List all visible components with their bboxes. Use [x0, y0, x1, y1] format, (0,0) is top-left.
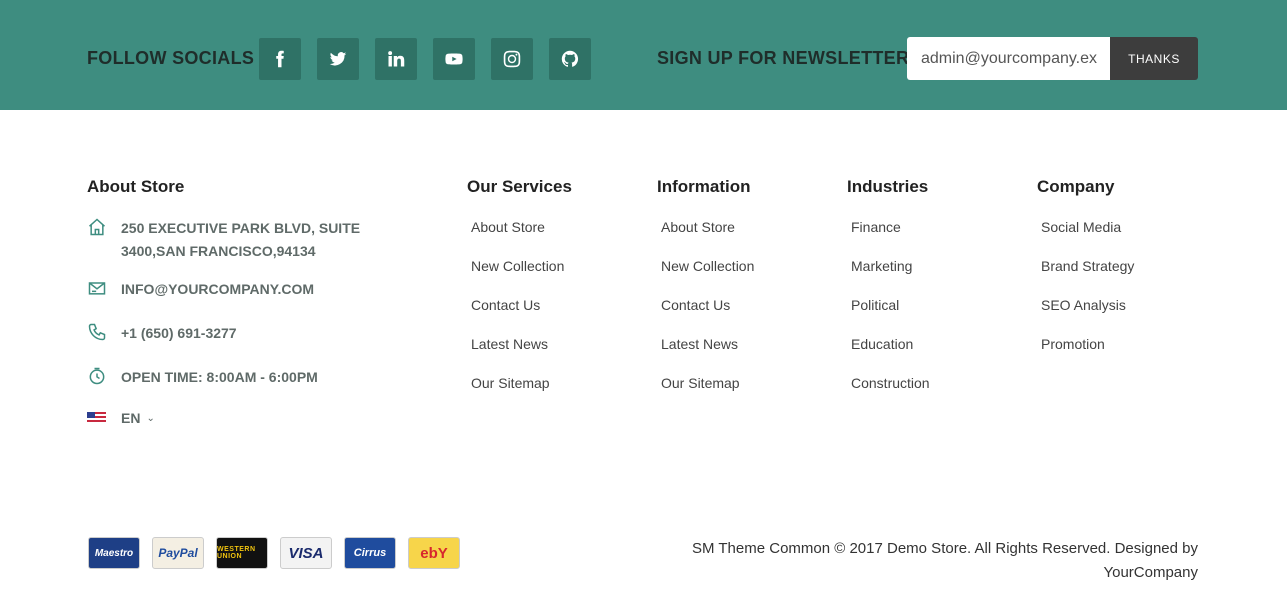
mail-icon [87, 278, 107, 298]
cirrus-icon: Cirrus [344, 537, 396, 569]
link-seo-analysis[interactable]: SEO Analysis [1041, 297, 1126, 313]
company-list: Social Media Brand Strategy SEO Analysis… [1037, 219, 1134, 375]
link-marketing[interactable]: Marketing [851, 258, 912, 274]
copyright-text: SM Theme Common © 2017 Demo Store. All R… [691, 540, 1198, 581]
link-new-collection[interactable]: New Collection [471, 258, 564, 274]
youtube-icon [445, 53, 463, 65]
list-item: Brand Strategy [1037, 258, 1134, 297]
follow-socials-title: FOLLOW SOCIALS [87, 48, 255, 68]
western-union-icon: WESTERN UNION [216, 537, 268, 569]
link-about-store[interactable]: About Store [661, 219, 735, 235]
facebook-button[interactable] [259, 38, 301, 80]
list-item: Latest News [467, 336, 564, 375]
link-political[interactable]: Political [851, 297, 899, 313]
list-item: New Collection [467, 258, 564, 297]
instagram-icon [503, 50, 521, 68]
link-promotion[interactable]: Promotion [1041, 336, 1105, 352]
information-list: About Store New Collection Contact Us La… [657, 219, 754, 414]
social-links [259, 38, 591, 80]
list-item: Social Media [1037, 219, 1134, 258]
information-title: Information [657, 177, 751, 196]
list-item: About Store [467, 219, 564, 258]
language-selector[interactable]: EN ⌄ [87, 410, 155, 426]
list-item: Construction [847, 375, 930, 414]
list-item: SEO Analysis [1037, 297, 1134, 336]
clock-icon [87, 366, 107, 386]
github-button[interactable] [549, 38, 591, 80]
newsletter-submit-button[interactable]: THANKS [1110, 37, 1198, 80]
list-item: Our Sitemap [467, 375, 564, 414]
link-contact-us[interactable]: Contact Us [661, 297, 730, 313]
twitter-button[interactable] [317, 38, 359, 80]
link-brand-strategy[interactable]: Brand Strategy [1041, 258, 1134, 274]
list-item: Promotion [1037, 336, 1134, 375]
our-services-list: About Store New Collection Contact Us La… [467, 219, 564, 414]
twitter-icon [329, 52, 347, 66]
link-our-sitemap[interactable]: Our Sitemap [471, 375, 550, 391]
list-item: Our Sitemap [657, 375, 754, 414]
link-contact-us[interactable]: Contact Us [471, 297, 540, 313]
link-social-media[interactable]: Social Media [1041, 219, 1121, 235]
link-construction[interactable]: Construction [851, 375, 930, 391]
about-store-title: About Store [87, 177, 185, 196]
list-item: Contact Us [657, 297, 754, 336]
link-education[interactable]: Education [851, 336, 913, 352]
address-row: 250 EXECUTIVE PARK BLVD, SUITE 3400,SAN … [87, 217, 427, 263]
linkedin-icon [388, 51, 405, 67]
link-about-store[interactable]: About Store [471, 219, 545, 235]
maestro-icon: Maestro [88, 537, 140, 569]
phone-row: +1 (650) 691-3277 [87, 322, 237, 345]
industries-title: Industries [847, 177, 929, 196]
newsletter-email-input[interactable] [907, 37, 1111, 80]
instagram-button[interactable] [491, 38, 533, 80]
home-icon [87, 217, 107, 237]
visa-icon: VISA [280, 537, 332, 569]
chevron-down-icon: ⌄ [146, 412, 155, 424]
list-item: Finance [847, 219, 930, 258]
list-item: About Store [657, 219, 754, 258]
our-services-title: Our Services [467, 177, 572, 196]
list-item: Political [847, 297, 930, 336]
github-icon [561, 50, 579, 67]
linkedin-button[interactable] [375, 38, 417, 80]
industries-list: Finance Marketing Political Education Co… [847, 219, 930, 414]
newsletter-title: SIGN UP FOR NEWSLETTER [657, 48, 910, 68]
payment-methods: Maestro PayPal WESTERN UNION VISA Cirrus… [88, 537, 460, 569]
list-item: Education [847, 336, 930, 375]
ebay-icon: ebY [408, 537, 460, 569]
paypal-icon: PayPal [152, 537, 204, 569]
link-our-sitemap[interactable]: Our Sitemap [661, 375, 740, 391]
list-item: New Collection [657, 258, 754, 297]
email-row: INFO@YOURCOMPANY.COM [87, 278, 314, 301]
list-item: Latest News [657, 336, 754, 375]
phone-text[interactable]: +1 (650) 691-3277 [121, 322, 237, 345]
facebook-icon [276, 50, 284, 68]
link-latest-news[interactable]: Latest News [661, 336, 738, 352]
phone-icon [87, 322, 107, 342]
hours-text: OPEN TIME: 8:00AM - 6:00PM [121, 369, 318, 385]
us-flag-icon [87, 412, 106, 424]
hours-row: OPEN TIME: 8:00AM - 6:00PM [87, 366, 318, 389]
link-latest-news[interactable]: Latest News [471, 336, 548, 352]
list-item: Marketing [847, 258, 930, 297]
youtube-button[interactable] [433, 38, 475, 80]
social-newsletter-bar: FOLLOW SOCIALS SIGN UP FOR NEWSLETTER TH… [0, 0, 1287, 110]
link-new-collection[interactable]: New Collection [661, 258, 754, 274]
company-title: Company [1037, 177, 1115, 196]
address-text: 250 EXECUTIVE PARK BLVD, SUITE 3400,SAN … [121, 220, 361, 259]
email-text[interactable]: INFO@YOURCOMPANY.COM [121, 278, 314, 301]
list-item: Contact Us [467, 297, 564, 336]
language-code: EN [121, 410, 141, 426]
link-finance[interactable]: Finance [851, 219, 901, 235]
